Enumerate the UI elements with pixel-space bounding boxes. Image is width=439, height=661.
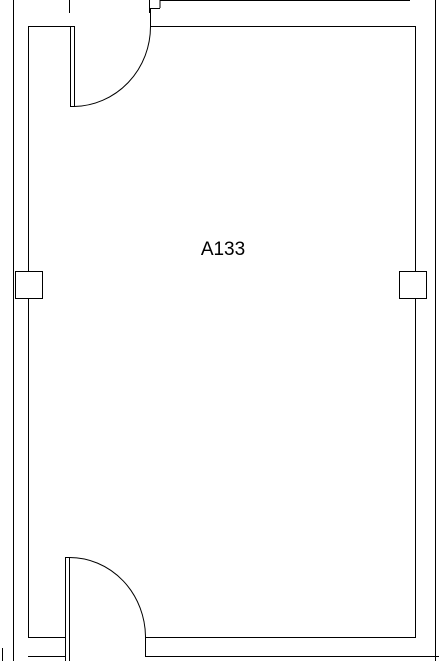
door-top-leaf — [70, 26, 75, 107]
floor-plan: A133 — [2, 0, 439, 661]
column-right — [399, 271, 427, 299]
door-top — [70, 26, 151, 107]
door-top-swing-arc — [74, 26, 151, 107]
door-bottom-leaf — [65, 557, 70, 661]
door-bottom-swing-arc — [69, 557, 146, 638]
room-label: A133 — [201, 239, 245, 260]
door-bottom — [65, 557, 146, 661]
column-left — [15, 271, 43, 299]
room-boundary — [28, 8, 416, 638]
